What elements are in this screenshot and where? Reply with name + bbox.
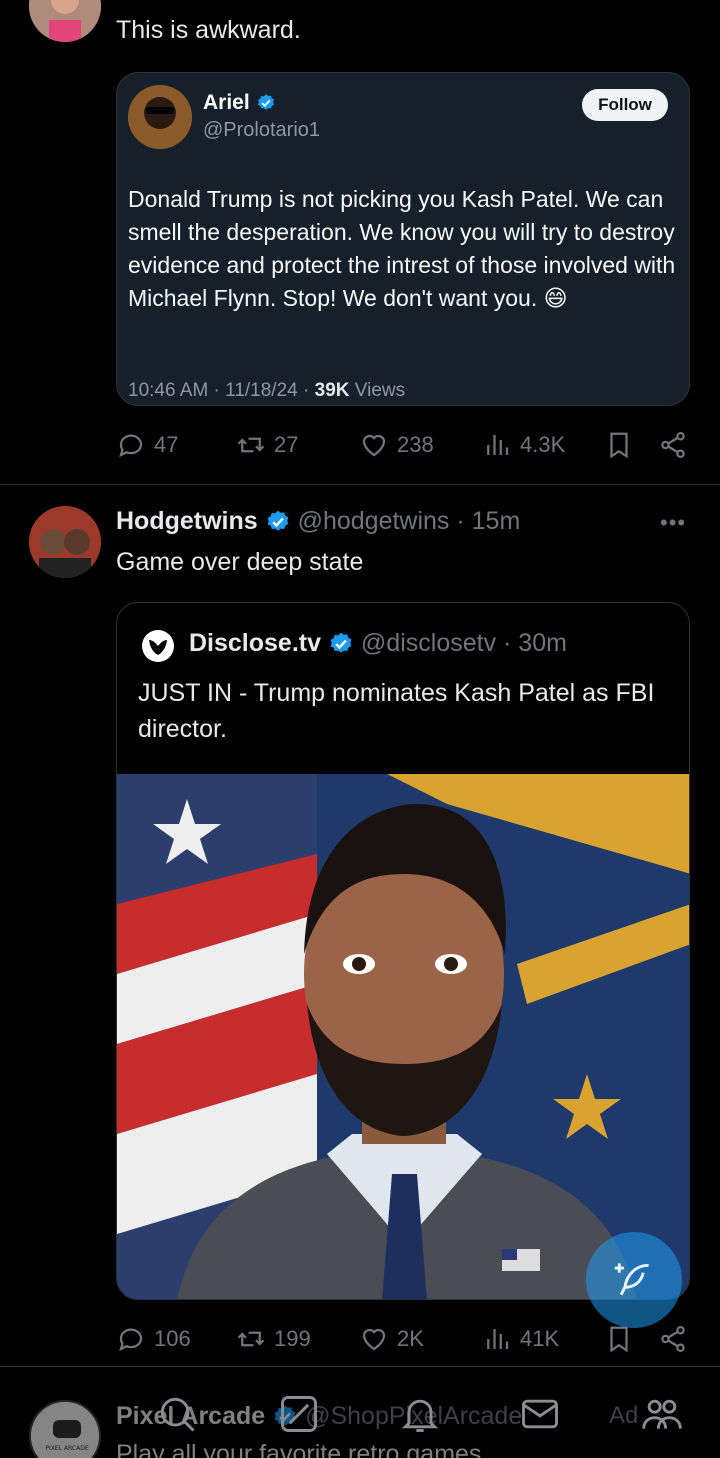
reply-button[interactable]: 47 — [116, 425, 178, 465]
bookmark-icon — [610, 1326, 628, 1353]
analytics-icon — [487, 1329, 509, 1349]
views-button[interactable]: 4.3K — [482, 425, 565, 465]
author-name-text[interactable]: Ariel — [203, 91, 250, 114]
quoted-tweet-text: JUST IN - Trump nominates Kash Patel as … — [138, 679, 655, 743]
divider — [0, 484, 720, 485]
repost-count: 27 — [274, 432, 299, 457]
tweet-actions: 106 199 2K 41K — [116, 1319, 696, 1359]
avatar[interactable] — [128, 85, 192, 149]
quoted-tweet-header: Disclose.tv @disclosetv · 30m — [189, 629, 567, 657]
author-handle[interactable]: @Prolotario1 — [203, 119, 320, 142]
tweet-text: Game over deep state — [116, 548, 364, 576]
like-count: 238 — [397, 432, 434, 457]
analytics-icon — [487, 435, 509, 455]
bookmark-button[interactable] — [604, 425, 634, 465]
author-handle[interactable]: @hodgetwins — [298, 507, 450, 535]
repost-icon — [237, 1331, 265, 1347]
more-options-icon[interactable]: ••• — [660, 510, 686, 536]
heart-icon — [362, 1328, 386, 1351]
author-handle[interactable]: @disclosetv — [361, 629, 496, 657]
repost-icon — [237, 437, 265, 453]
author-name[interactable]: Ariel — [203, 91, 276, 115]
verified-badge-icon — [257, 94, 274, 111]
bookmark-icon — [610, 432, 628, 459]
reply-icon — [119, 434, 143, 458]
avatar[interactable] — [29, 506, 101, 578]
tweet-time[interactable]: 10:46 AM — [128, 380, 208, 401]
tweet-header: Hodgetwins @hodgetwins · 15m — [116, 507, 521, 535]
reply-count: 47 — [154, 432, 179, 457]
views-count: 4.3K — [520, 432, 566, 457]
heart-icon — [362, 434, 386, 457]
compose-feather-icon — [614, 1263, 649, 1296]
bottom-navigation — [0, 1378, 720, 1458]
bookmark-button[interactable] — [604, 1319, 634, 1359]
quoted-tweet-text: Donald Trump is not picking you Kash Pat… — [128, 186, 676, 311]
communities-icon[interactable] — [640, 1392, 684, 1436]
avatar[interactable] — [29, 0, 101, 42]
verified-badge-icon — [330, 633, 352, 654]
tweet-actions: 47 27 238 4.3K — [116, 425, 696, 465]
share-button[interactable] — [658, 425, 688, 465]
author-name[interactable]: Hodgetwins — [116, 507, 258, 535]
divider — [0, 1366, 720, 1367]
verified-badge-icon — [267, 511, 289, 532]
repost-button[interactable]: 27 — [236, 425, 298, 465]
views-count: 39K — [314, 380, 350, 401]
tweet-time[interactable]: 15m — [472, 507, 521, 535]
disclose-logo-icon — [142, 630, 174, 662]
views-button[interactable]: 41K — [482, 1319, 559, 1359]
author-name[interactable]: Disclose.tv — [189, 629, 321, 657]
portrait-photo[interactable] — [117, 774, 690, 1300]
search-icon[interactable] — [155, 1392, 199, 1436]
share-button[interactable] — [658, 1319, 688, 1359]
reply-icon — [119, 1328, 143, 1352]
compose-button[interactable] — [586, 1232, 682, 1328]
tweet-metadata: 10:46 AM · 11/18/24 · 39K Views — [128, 380, 406, 401]
share-icon — [661, 432, 685, 458]
notifications-bell-icon[interactable] — [398, 1392, 442, 1436]
share-icon — [661, 1326, 685, 1352]
views-count: 41K — [520, 1326, 560, 1351]
views-label: Views — [354, 380, 406, 401]
tweet-date[interactable]: 11/18/24 — [225, 380, 298, 401]
tweet-text: This is awkward. — [116, 16, 301, 44]
like-button[interactable]: 2K — [359, 1319, 424, 1359]
tweet-time[interactable]: 30m — [518, 629, 567, 657]
like-button[interactable]: 238 — [359, 425, 434, 465]
repost-count: 199 — [274, 1326, 311, 1351]
like-count: 2K — [397, 1326, 424, 1351]
follow-button[interactable]: Follow — [582, 89, 668, 121]
reply-count: 106 — [154, 1326, 191, 1351]
messages-envelope-icon[interactable] — [518, 1392, 562, 1436]
quoted-tweet-card[interactable]: Ariel @Prolotario1 Follow Donald Trump i… — [116, 72, 690, 406]
reply-button[interactable]: 106 — [116, 1319, 191, 1359]
repost-button[interactable]: 199 — [236, 1319, 311, 1359]
grok-icon[interactable] — [277, 1392, 321, 1436]
quoted-tweet-card[interactable]: Disclose.tv @disclosetv · 30m JUST IN - … — [116, 602, 690, 1300]
